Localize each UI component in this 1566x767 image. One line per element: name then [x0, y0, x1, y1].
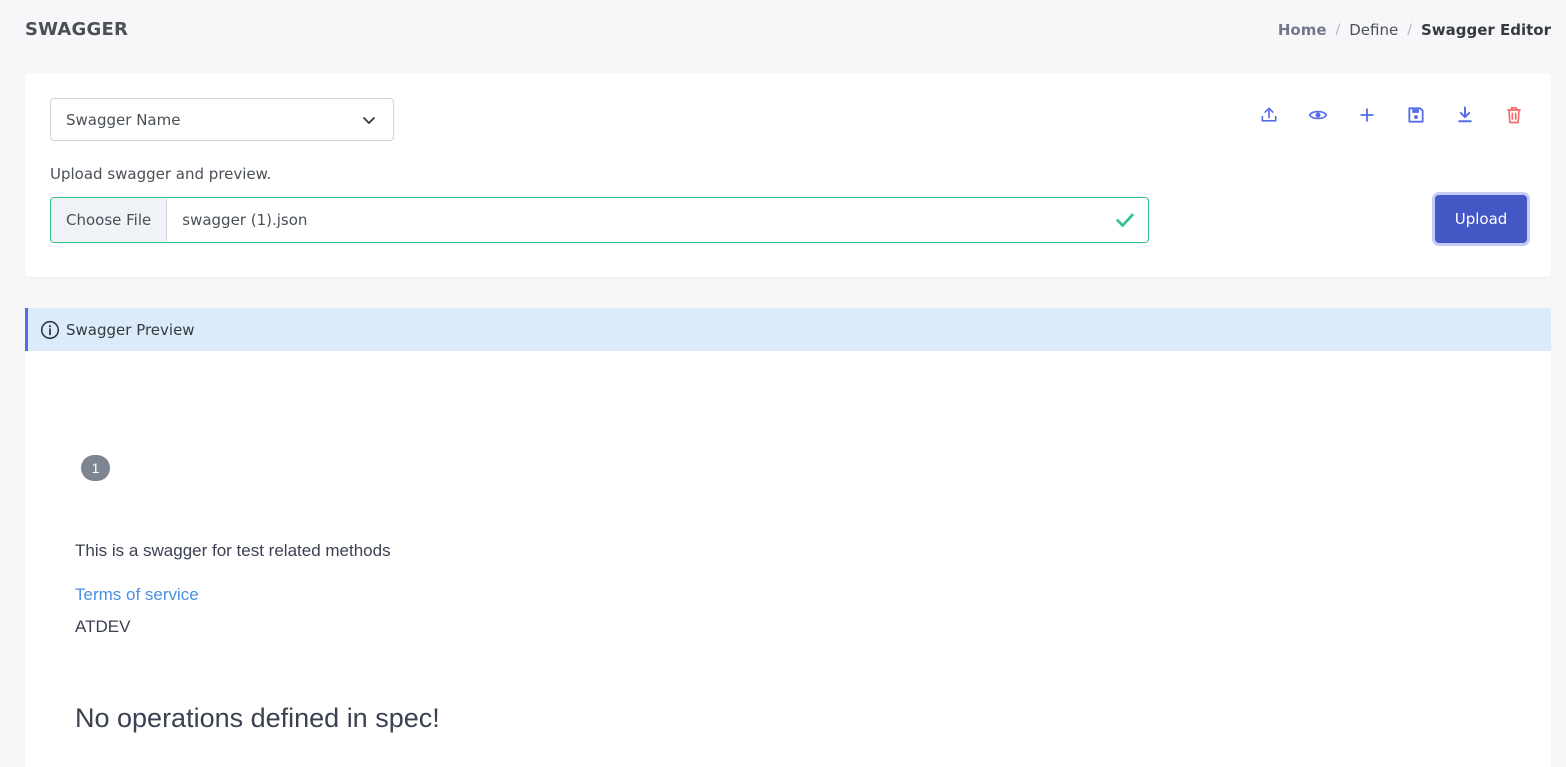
file-name-text: swagger (1).json [182, 211, 308, 229]
choose-file-button[interactable]: Choose File [51, 198, 168, 242]
version-badge: 1 [81, 455, 110, 481]
breadcrumb-home[interactable]: Home [1278, 21, 1327, 39]
check-icon [1114, 198, 1138, 242]
contact-name: ATDEV [75, 617, 131, 636]
breadcrumb-separator: / [1335, 22, 1341, 38]
plus-icon[interactable] [1355, 103, 1379, 127]
api-description: This is a swagger for test related metho… [75, 541, 391, 560]
swagger-name-select-value: Swagger Name [66, 110, 181, 129]
chevron-down-icon [363, 117, 375, 124]
swagger-name-select[interactable]: Swagger Name [50, 98, 394, 141]
page-title: SWAGGER [25, 19, 129, 40]
file-input[interactable]: Choose File swagger (1).json [50, 197, 1149, 243]
eye-icon[interactable] [1306, 103, 1330, 127]
swagger-preview-alert: Swagger Preview [25, 308, 1551, 351]
breadcrumb-define[interactable]: Define [1349, 21, 1398, 39]
no-operations-message: No operations defined in spec! [75, 703, 440, 733]
swagger-preview-title: Swagger Preview [66, 320, 195, 339]
download-icon[interactable] [1453, 103, 1477, 127]
swagger-preview-panel: Swagger Preview 1 This is a swagger for … [25, 308, 1551, 767]
breadcrumb: Home / Define / Swagger Editor [1278, 21, 1551, 39]
upload-button[interactable]: Upload [1435, 195, 1527, 243]
upload-card: Swagger Name Upload swagger and preview.… [25, 73, 1551, 277]
upload-icon[interactable] [1257, 103, 1281, 127]
info-icon [40, 320, 60, 339]
trash-icon[interactable] [1502, 103, 1526, 127]
breadcrumb-current: Swagger Editor [1420, 21, 1551, 39]
breadcrumb-separator: / [1407, 22, 1412, 38]
upload-label: Upload swagger and preview. [50, 165, 272, 183]
toolbar [1232, 103, 1526, 127]
terms-of-service-link[interactable]: Terms of service [75, 585, 199, 605]
save-icon[interactable] [1404, 103, 1428, 127]
